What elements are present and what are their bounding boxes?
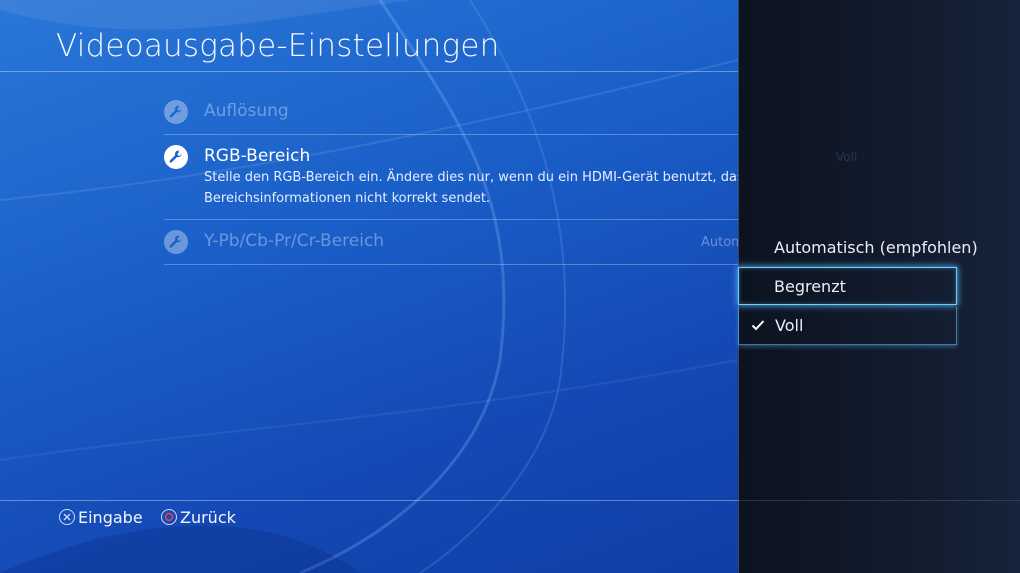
- circle-button-icon: [161, 509, 177, 525]
- enter-hint[interactable]: Eingabe: [59, 507, 143, 527]
- checkmark-icon: [751, 320, 765, 331]
- row-divider: [164, 134, 738, 135]
- option-full[interactable]: Voll: [738, 307, 957, 345]
- back-label: Zurück: [180, 507, 236, 527]
- wrench-icon: [164, 100, 188, 124]
- setting-description-line2: Bereichsinformationen nicht korrekt send…: [204, 191, 491, 206]
- option-label: Automatisch (empfohlen): [774, 237, 978, 257]
- row-divider: [164, 219, 738, 220]
- setting-label: RGB-Bereich: [204, 146, 311, 166]
- option-label: Voll: [775, 316, 804, 335]
- setting-label: Y-Pb/Cb-Pr/Cr-Bereich: [204, 231, 385, 251]
- title-divider: [0, 71, 738, 72]
- wrench-icon: [164, 230, 188, 254]
- enter-label: Eingabe: [78, 507, 143, 527]
- option-automatic[interactable]: Automatisch (empfohlen): [738, 228, 978, 266]
- page-title: Videoausgabe-Einstellungen: [56, 28, 500, 64]
- panel-footer-divider: [738, 500, 1020, 501]
- wrench-icon: [164, 145, 188, 169]
- footer-divider: [0, 500, 738, 501]
- setting-description-line1: Stelle den RGB-Bereich ein. Ändere dies …: [204, 170, 738, 185]
- current-value-ghost: Voll: [836, 150, 858, 164]
- row-divider: [164, 264, 738, 265]
- setting-label: Auflösung: [204, 101, 289, 121]
- option-label: Begrenzt: [774, 276, 846, 296]
- option-limited[interactable]: Begrenzt: [738, 267, 957, 305]
- cross-button-icon: [59, 509, 75, 525]
- setting-resolution[interactable]: Auflösung: [164, 100, 738, 124]
- setting-ypbpr-range[interactable]: Y-Pb/Cb-Pr/Cr-Bereich Autom: [164, 230, 744, 254]
- back-hint[interactable]: Zurück: [161, 507, 236, 527]
